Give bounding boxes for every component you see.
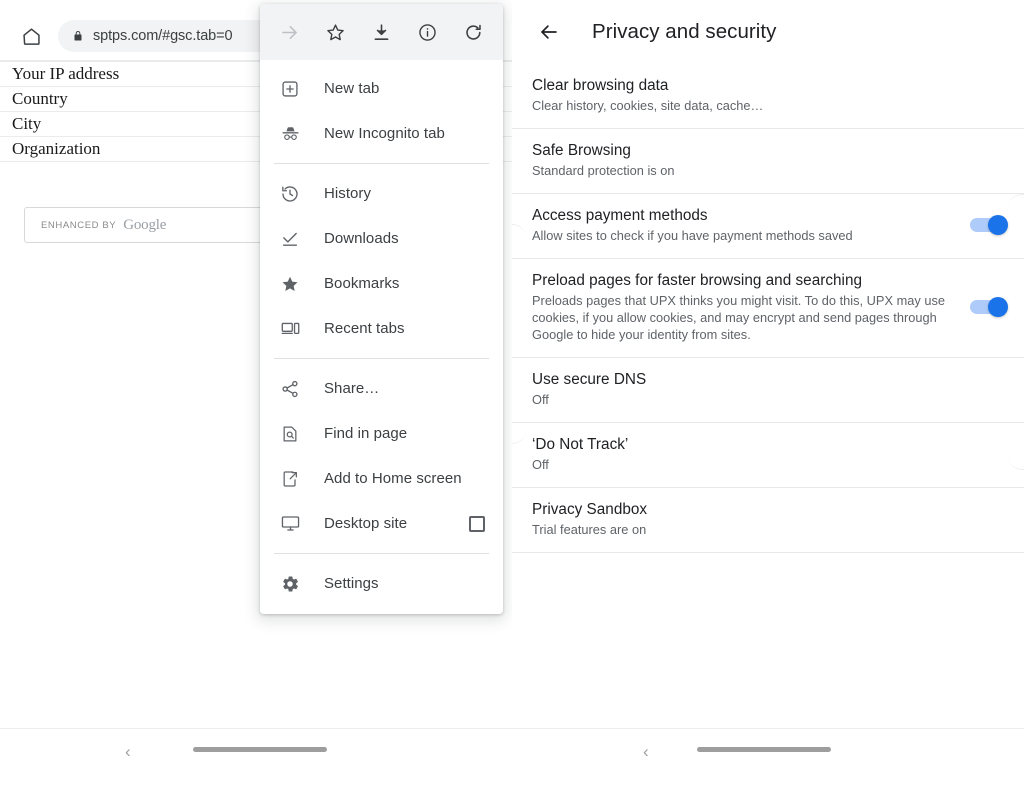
setting-texts: Clear browsing data Clear history, cooki… xyxy=(532,76,1006,114)
menu-item-new-tab[interactable]: New tab xyxy=(260,66,503,111)
toggle-knob xyxy=(988,297,1008,317)
overflow-menu-list: New tab New Incognito tab History Downlo… xyxy=(260,60,503,614)
menu-item-label: Downloads xyxy=(324,230,399,247)
system-navigation-bar-right: ‹ xyxy=(512,728,1024,788)
setting-row-clear-browsing-data[interactable]: Clear browsing data Clear history, cooki… xyxy=(512,64,1024,129)
setting-title: Preload pages for faster browsing and se… xyxy=(532,272,863,289)
setting-texts: Preload pages for faster browsing and se… xyxy=(532,271,956,343)
star-icon xyxy=(278,272,302,296)
setting-subtitle: Standard protection is on xyxy=(532,163,675,178)
recent-tabs-icon xyxy=(278,317,302,341)
nav-back-button[interactable]: ‹ xyxy=(125,743,131,760)
menu-divider xyxy=(274,163,489,164)
setting-title: Clear browsing data xyxy=(532,77,669,94)
menu-item-label: Desktop site xyxy=(324,515,408,532)
menu-item-add-to-home-screen[interactable]: Add to Home screen xyxy=(260,456,503,501)
menu-item-share[interactable]: Share… xyxy=(260,366,503,411)
setting-title: Access payment methods xyxy=(532,207,708,224)
menu-item-label: Recent tabs xyxy=(324,320,405,337)
access-payment-methods-toggle[interactable] xyxy=(970,215,1008,235)
setting-title: ‘Do Not Track’ xyxy=(532,436,629,453)
setting-texts: Privacy Sandbox Trial features are on xyxy=(532,500,1006,538)
info-icon[interactable] xyxy=(411,15,445,49)
back-arrow-icon[interactable] xyxy=(532,15,566,49)
nav-back-button[interactable]: ‹ xyxy=(643,743,649,760)
share-icon xyxy=(278,377,302,401)
setting-row-access-payment-methods[interactable]: Access payment methods Allow sites to ch… xyxy=(512,194,1024,259)
desktop-site-icon xyxy=(278,512,302,536)
menu-item-label: New tab xyxy=(324,80,380,97)
setting-row-do-not-track[interactable]: ‘Do Not Track’ Off xyxy=(512,423,1024,488)
setting-texts: Access payment methods Allow sites to ch… xyxy=(532,206,956,244)
find-in-page-icon xyxy=(278,422,302,446)
setting-row-use-secure-dns[interactable]: Use secure DNS Off xyxy=(512,358,1024,423)
setting-texts: Safe Browsing Standard protection is on xyxy=(532,141,1006,179)
overflow-menu: New tab New Incognito tab History Downlo… xyxy=(260,4,503,614)
setting-subtitle: Allow sites to check if you have payment… xyxy=(532,228,853,243)
menu-item-bookmarks[interactable]: Bookmarks xyxy=(260,261,503,306)
desktop-site-checkbox[interactable] xyxy=(469,515,485,532)
settings-header: Privacy and security xyxy=(512,0,1024,64)
incognito-icon xyxy=(278,122,302,146)
menu-item-settings[interactable]: Settings xyxy=(260,561,503,606)
toggle-knob xyxy=(988,215,1008,235)
menu-item-label: New Incognito tab xyxy=(324,125,445,142)
setting-title: Privacy Sandbox xyxy=(532,501,648,518)
setting-subtitle: Off xyxy=(532,392,549,407)
google-wordmark: Google xyxy=(123,216,167,233)
menu-item-find-in-page[interactable]: Find in page xyxy=(260,411,503,456)
home-icon[interactable] xyxy=(14,19,48,53)
menu-item-downloads[interactable]: Downloads xyxy=(260,216,503,261)
enhanced-by-label: ENHANCED BY xyxy=(41,219,117,231)
setting-title: Use secure DNS xyxy=(532,371,647,388)
reload-icon[interactable] xyxy=(457,15,491,49)
setting-title: Safe Browsing xyxy=(532,142,631,159)
setting-subtitle: Trial features are on xyxy=(532,522,647,537)
setting-subtitle: Preloads pages that UPX thinks you might… xyxy=(532,293,946,342)
setting-texts: Use secure DNS Off xyxy=(532,370,1006,408)
menu-divider xyxy=(274,553,489,554)
setting-subtitle: Off xyxy=(532,457,549,472)
menu-item-desktop-site[interactable]: Desktop site xyxy=(260,501,503,546)
system-navigation-bar-left: ‹ xyxy=(0,728,512,788)
download-icon[interactable] xyxy=(364,15,398,49)
settings-gear-icon xyxy=(278,572,302,596)
screenshot-root: sptps.com/#gsc.tab=0 Your IP address Cou… xyxy=(0,0,1024,788)
overflow-menu-toolbar xyxy=(260,4,503,60)
star-icon[interactable] xyxy=(318,15,352,49)
menu-item-label: History xyxy=(324,185,372,202)
menu-divider xyxy=(274,358,489,359)
setting-row-safe-browsing[interactable]: Safe Browsing Standard protection is on xyxy=(512,129,1024,194)
history-icon xyxy=(278,182,302,206)
menu-item-label: Settings xyxy=(324,575,379,592)
setting-texts: ‘Do Not Track’ Off xyxy=(532,435,1006,473)
new-tab-icon xyxy=(278,77,302,101)
menu-item-recent-tabs[interactable]: Recent tabs xyxy=(260,306,503,351)
preload-pages-toggle[interactable] xyxy=(970,297,1008,317)
setting-subtitle: Clear history, cookies, site data, cache… xyxy=(532,98,764,113)
menu-item-history[interactable]: History xyxy=(260,171,503,216)
setting-row-preload-pages[interactable]: Preload pages for faster browsing and se… xyxy=(512,259,1024,358)
menu-item-label: Share… xyxy=(324,380,380,397)
right-settings-panel: Privacy and security Clear browsing data… xyxy=(512,0,1024,788)
address-bar-url: sptps.com/#gsc.tab=0 xyxy=(93,28,233,44)
menu-item-label: Bookmarks xyxy=(324,275,400,292)
page-title: Privacy and security xyxy=(592,20,777,43)
lock-icon xyxy=(72,29,84,43)
nav-home-gesture-bar[interactable] xyxy=(193,747,327,752)
menu-item-new-incognito-tab[interactable]: New Incognito tab xyxy=(260,111,503,156)
menu-item-label: Find in page xyxy=(324,425,408,442)
forward-arrow-icon[interactable] xyxy=(272,15,306,49)
left-browser-panel: sptps.com/#gsc.tab=0 Your IP address Cou… xyxy=(0,0,512,788)
add-to-home-screen-icon xyxy=(278,467,302,491)
menu-item-label: Add to Home screen xyxy=(324,470,462,487)
settings-list: Clear browsing data Clear history, cooki… xyxy=(512,64,1024,553)
downloads-icon xyxy=(278,227,302,251)
setting-row-privacy-sandbox[interactable]: Privacy Sandbox Trial features are on xyxy=(512,488,1024,553)
nav-home-gesture-bar[interactable] xyxy=(697,747,831,752)
